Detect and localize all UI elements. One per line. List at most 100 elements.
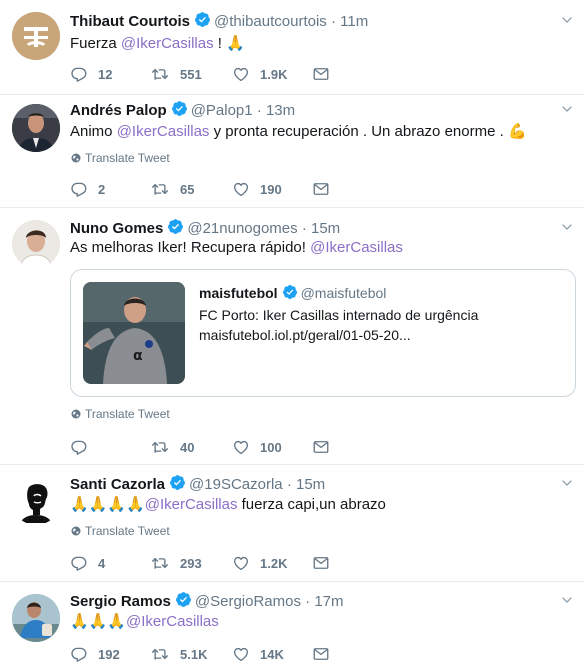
- retweet-icon: [150, 438, 170, 456]
- author-name[interactable]: Nuno Gomes: [70, 220, 163, 237]
- retweet-button[interactable]: 293: [150, 553, 202, 573]
- timestamp[interactable]: 13m: [266, 102, 295, 119]
- like-count: 190: [260, 181, 282, 197]
- heart-icon: [232, 438, 250, 456]
- like-button[interactable]: 1.2K: [232, 553, 287, 573]
- avatar-nuno-gomes[interactable]: [12, 220, 60, 268]
- reply-button[interactable]: [70, 437, 98, 457]
- globe-icon: [70, 152, 82, 164]
- quoted-author-handle[interactable]: @maisfutebol: [301, 285, 387, 301]
- tweet-text: Animo @IkerCasillas y pronta recuperació…: [70, 121, 527, 142]
- mail-icon: [312, 180, 330, 198]
- like-button[interactable]: 1.9K: [232, 64, 287, 84]
- mail-icon: [312, 438, 330, 456]
- pray-emoji-group: 🙏🙏🙏: [70, 612, 127, 630]
- tweet-text: Fuerza @IkerCasillas ! 🙏: [70, 33, 245, 54]
- text-segment: !: [213, 35, 227, 52]
- reply-button[interactable]: 4: [70, 553, 105, 573]
- retweet-button[interactable]: 40: [150, 437, 194, 457]
- author-handle[interactable]: @thibautcourtois: [214, 13, 327, 30]
- verified-badge-icon: [171, 100, 188, 117]
- timestamp[interactable]: 15m: [296, 476, 325, 493]
- retweet-icon: [150, 65, 170, 83]
- mail-icon: [312, 554, 330, 572]
- author-name[interactable]: Thibaut Courtois: [70, 13, 190, 30]
- author-name[interactable]: Santi Cazorla: [70, 476, 165, 493]
- nuno-gomes-photo: [12, 220, 60, 268]
- quoted-author-name[interactable]: maisfutebol: [199, 285, 278, 301]
- palop-photo: [12, 104, 60, 152]
- quoted-card-image: α: [83, 282, 185, 384]
- avatar-cazorla[interactable]: [12, 477, 60, 525]
- translate-tweet-link[interactable]: Translate Tweet: [70, 406, 170, 422]
- verified-badge-icon: [194, 11, 211, 28]
- tweet-courtois[interactable]: Thibaut Courtois @thibautcourtois · 11m F…: [0, 0, 584, 95]
- direct-message-button[interactable]: [312, 553, 340, 573]
- like-button[interactable]: 190: [232, 179, 282, 199]
- chevron-down-icon[interactable]: [560, 13, 574, 27]
- author-handle[interactable]: @SergioRamos: [195, 593, 301, 610]
- timestamp[interactable]: 17m: [314, 593, 343, 610]
- author-handle[interactable]: @19SCazorla: [189, 476, 283, 493]
- author-name[interactable]: Andrés Palop: [70, 102, 167, 119]
- direct-message-button[interactable]: [312, 437, 340, 457]
- like-button[interactable]: 100: [232, 437, 282, 457]
- direct-message-button[interactable]: [312, 644, 340, 664]
- translate-tweet-link[interactable]: Translate Tweet: [70, 523, 170, 539]
- tweet-nuno-gomes[interactable]: Nuno Gomes @21nunogomes · 15m As melhoras…: [0, 208, 584, 465]
- cazorla-silhouette-icon: [12, 477, 60, 525]
- direct-message-button[interactable]: [312, 64, 340, 84]
- reply-icon: [70, 180, 88, 198]
- tweet-sergio-ramos[interactable]: Sergio Ramos @SergioRamos · 17m 🙏🙏🙏@IkerC…: [0, 582, 584, 665]
- mention-link[interactable]: @IkerCasillas: [126, 613, 219, 630]
- avatar-sergio-ramos[interactable]: [12, 594, 60, 642]
- separator-dot: ·: [286, 476, 292, 493]
- avatar-palop[interactable]: [12, 104, 60, 152]
- reply-button[interactable]: 192: [70, 644, 120, 664]
- verified-badge-icon: [175, 591, 192, 608]
- chevron-down-icon[interactable]: [560, 476, 574, 490]
- tweet-cazorla[interactable]: Santi Cazorla @19SCazorla · 15m 🙏🙏🙏🙏@Iker…: [0, 465, 584, 582]
- timestamp[interactable]: 11m: [340, 13, 368, 30]
- retweet-button[interactable]: 551: [150, 64, 202, 84]
- reply-button[interactable]: 12: [70, 64, 112, 84]
- retweet-count: 65: [180, 181, 195, 197]
- reply-icon: [70, 65, 88, 83]
- mention-link[interactable]: @IkerCasillas: [310, 239, 403, 256]
- mention-link[interactable]: @IkerCasillas: [121, 35, 214, 52]
- quoted-card-url[interactable]: maisfutebol.iol.pt/geral/01-05-20...: [199, 325, 411, 345]
- text-segment: y pronta recuperación . Un abrazo enorme…: [209, 123, 508, 140]
- mention-link[interactable]: @IkerCasillas: [117, 123, 210, 140]
- mail-icon: [312, 645, 330, 663]
- chevron-down-icon[interactable]: [560, 593, 574, 607]
- mail-icon: [312, 65, 330, 83]
- retweet-count: 551: [180, 66, 202, 82]
- timestamp[interactable]: 15m: [311, 220, 340, 237]
- heart-icon: [232, 65, 250, 83]
- chevron-down-icon[interactable]: [560, 102, 574, 116]
- retweet-button[interactable]: 65: [150, 179, 194, 199]
- quoted-link-card[interactable]: α maisfutebol @maisfutebol FC Porto: Iker…: [70, 269, 576, 397]
- author-handle[interactable]: @21nunogomes: [187, 220, 297, 237]
- retweet-count: 40: [180, 439, 195, 455]
- like-button[interactable]: 14K: [232, 644, 284, 664]
- tweet-palop[interactable]: Andrés Palop @Palop1 · 13m Animo @IkerCas…: [0, 95, 584, 208]
- text-segment: Fuerza: [70, 35, 121, 52]
- direct-message-button[interactable]: [312, 179, 340, 199]
- like-count: 1.9K: [260, 66, 288, 82]
- retweet-button[interactable]: 5.1K: [150, 644, 207, 664]
- author-handle[interactable]: @Palop1: [191, 102, 253, 119]
- tweet-header: Thibaut Courtois @thibautcourtois · 11m: [70, 11, 368, 32]
- mention-link[interactable]: @IkerCasillas: [145, 496, 238, 513]
- text-segment: fuerza capi,un abrazo: [237, 496, 386, 513]
- translate-tweet-link[interactable]: Translate Tweet: [70, 150, 170, 166]
- sergio-ramos-photo: [12, 594, 60, 642]
- separator-dot: ·: [301, 220, 307, 237]
- author-name[interactable]: Sergio Ramos: [70, 593, 171, 610]
- separator-dot: ·: [305, 593, 311, 610]
- tweet-text: 🙏🙏🙏@IkerCasillas: [70, 611, 219, 632]
- chevron-down-icon[interactable]: [560, 220, 574, 234]
- avatar-courtois[interactable]: [12, 12, 60, 60]
- reply-button[interactable]: 2: [70, 179, 105, 199]
- heart-icon: [232, 180, 250, 198]
